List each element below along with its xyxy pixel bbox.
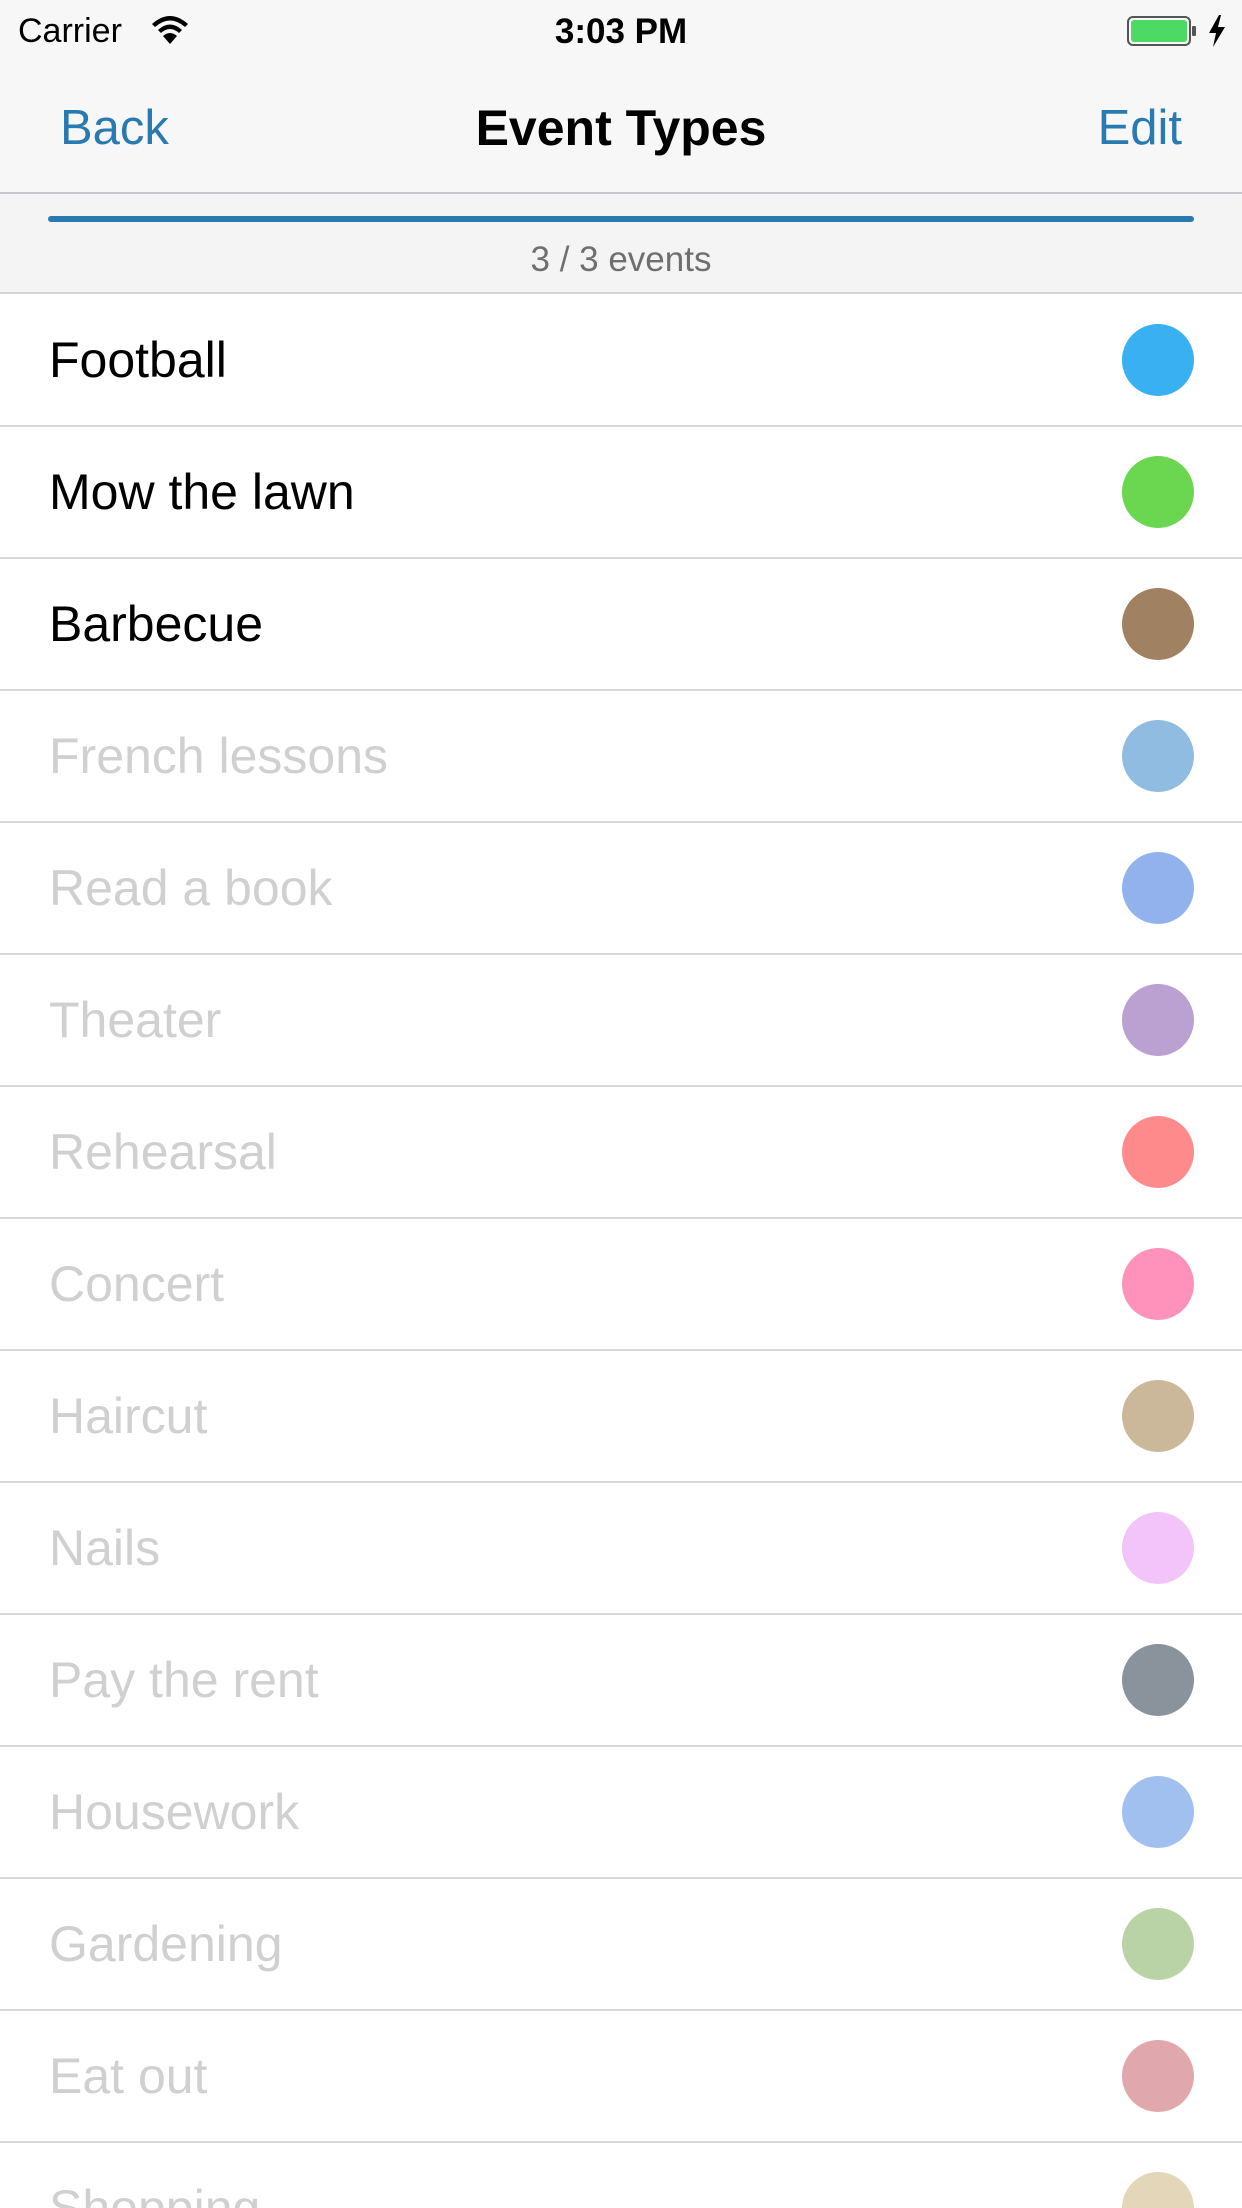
charging-bolt-icon (1209, 15, 1225, 47)
events-progress-fill (48, 216, 1194, 222)
events-count-label: 3 / 3 events (530, 240, 712, 279)
event-color-dot (1122, 2172, 1194, 2208)
event-color-dot (1122, 1644, 1194, 1716)
event-color-dot (1122, 2040, 1194, 2112)
event-type-label: French lessons (49, 728, 389, 784)
event-type-label: Eat out (49, 2048, 208, 2104)
event-color-dot (1122, 1512, 1194, 1584)
event-type-label: Housework (49, 1784, 300, 1840)
event-type-label: Theater (49, 992, 222, 1048)
event-type-row[interactable]: Mow the lawn (0, 427, 1242, 559)
events-progress-bar (48, 216, 1194, 222)
event-color-dot (1122, 984, 1194, 1056)
event-color-dot (1122, 1380, 1194, 1452)
event-type-row[interactable]: Housework (0, 1747, 1242, 1879)
edit-button[interactable]: Edit (1098, 100, 1182, 156)
event-color-dot (1122, 1116, 1194, 1188)
event-color-dot (1122, 720, 1194, 792)
event-color-dot (1122, 1776, 1194, 1848)
event-types-list: Football Mow the lawn Barbecue French lesso… (0, 295, 1242, 2208)
event-type-label: Rehearsal (49, 1124, 277, 1180)
event-type-label: Nails (49, 1520, 161, 1576)
event-type-row[interactable]: French lessons (0, 691, 1242, 823)
event-color-dot (1122, 588, 1194, 660)
event-type-label: Pay the rent (49, 1652, 319, 1708)
event-type-row[interactable]: Football (0, 295, 1242, 427)
event-type-label: Gardening (49, 1916, 283, 1972)
event-type-row[interactable]: Shopping (0, 2143, 1242, 2208)
event-type-label: Concert (49, 1256, 225, 1312)
event-color-dot (1122, 1908, 1194, 1980)
event-type-label: Shopping (49, 2180, 261, 2208)
navigation-bar: Back Event Types Edit (0, 62, 1242, 194)
events-summary: 3 / 3 events (0, 194, 1242, 294)
event-type-row[interactable]: Read a book (0, 823, 1242, 955)
event-type-row[interactable]: Haircut (0, 1351, 1242, 1483)
event-type-row[interactable]: Pay the rent (0, 1615, 1242, 1747)
battery-icon (1127, 16, 1196, 46)
event-color-dot (1122, 1248, 1194, 1320)
event-type-row[interactable]: Theater (0, 955, 1242, 1087)
event-type-label: Football (49, 332, 227, 388)
event-type-row[interactable]: Rehearsal (0, 1087, 1242, 1219)
event-color-dot (1122, 852, 1194, 924)
event-type-label: Read a book (49, 860, 333, 916)
status-time: 3:03 PM (554, 12, 688, 51)
event-type-row[interactable]: Gardening (0, 1879, 1242, 2011)
event-type-label: Haircut (49, 1388, 208, 1444)
event-type-label: Barbecue (49, 596, 264, 652)
event-type-row[interactable]: Barbecue (0, 559, 1242, 691)
event-type-row[interactable]: Concert (0, 1219, 1242, 1351)
status-bar: Carrier 3:03 PM (0, 0, 1242, 62)
event-type-row[interactable]: Eat out (0, 2011, 1242, 2143)
event-type-label: Mow the lawn (49, 464, 355, 520)
event-type-row[interactable]: Nails (0, 1483, 1242, 1615)
event-color-dot (1122, 456, 1194, 528)
page-title: Event Types (475, 100, 767, 156)
event-color-dot (1122, 324, 1194, 396)
